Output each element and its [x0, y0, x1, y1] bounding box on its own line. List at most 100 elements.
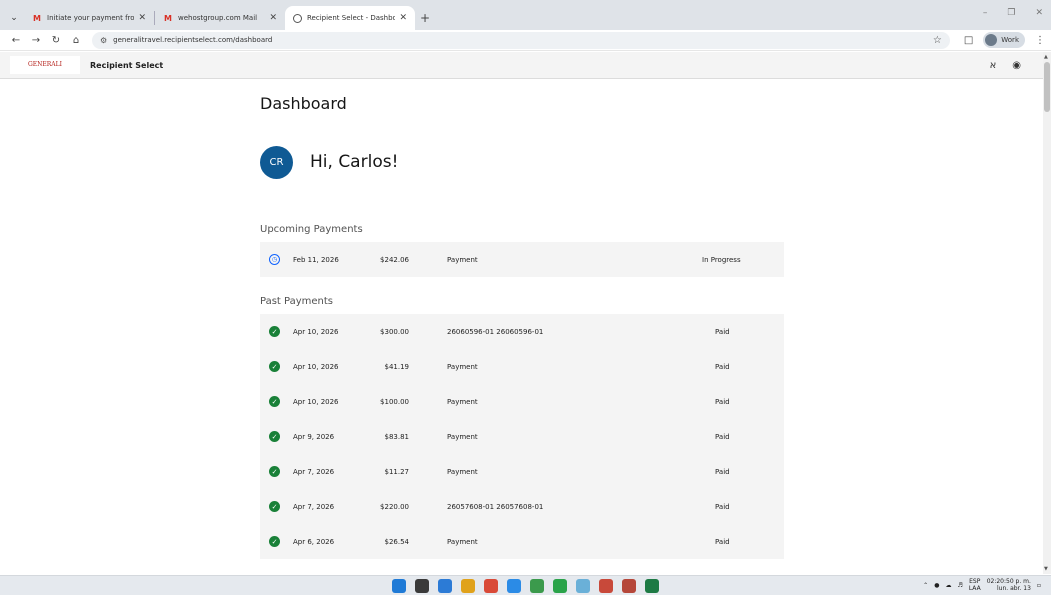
url-text: generalitravel.recipientselect.com/dashb…	[113, 36, 273, 44]
whatsapp-icon[interactable]	[553, 579, 567, 593]
new-tab-icon[interactable]: +	[415, 6, 435, 30]
app-blue-icon[interactable]	[507, 579, 521, 593]
tab-wehostgroup-mail[interactable]: M wehostgroup.com Mail ✕	[155, 6, 285, 30]
scroll-thumb[interactable]	[1044, 62, 1050, 112]
payment-row[interactable]: ◷ Feb 11, 2026 $242.06 Payment In Progress	[260, 242, 784, 277]
payment-row[interactable]: ✓ Apr 10, 2026 $100.00 Payment Paid	[260, 384, 784, 419]
avatar: CR	[260, 146, 293, 179]
system-clock[interactable]: 02:20:50 p. m. lun. abr. 13	[987, 578, 1031, 592]
tab-title: wehostgroup.com Mail	[178, 14, 258, 22]
reload-icon[interactable]: ↻	[46, 35, 66, 46]
photos-icon[interactable]	[461, 579, 475, 593]
payment-row[interactable]: ✓ Apr 7, 2026 $11.27 Payment Paid	[260, 454, 784, 489]
restore-icon[interactable]: ❐	[1007, 8, 1015, 18]
payment-status: Paid	[715, 432, 730, 441]
check-circle-icon: ✓	[269, 431, 280, 442]
translate-icon[interactable]: א	[990, 60, 997, 71]
check-circle-icon: ✓	[269, 361, 280, 372]
home-icon[interactable]: ⌂	[66, 35, 86, 46]
close-tab-icon[interactable]: ✕	[399, 13, 407, 23]
notifications-icon[interactable]: ▫	[1037, 582, 1041, 589]
payment-date: Apr 7, 2026	[293, 502, 335, 511]
payment-row[interactable]: ✓ Apr 10, 2026 $300.00 26060596-01 26060596…	[260, 314, 784, 349]
payment-date: Apr 10, 2026	[293, 397, 339, 406]
past-payments-title: Past Payments	[260, 296, 334, 307]
windows-start-icon[interactable]	[392, 579, 406, 593]
chrome-profile-3-icon[interactable]	[622, 579, 636, 593]
back-icon[interactable]: ←	[6, 35, 26, 46]
profile-avatar	[985, 34, 998, 46]
payment-description: Payment	[447, 467, 478, 476]
gmail-icon: M	[164, 13, 172, 23]
payment-row[interactable]: ✓ Apr 6, 2026 $26.54 Payment Paid	[260, 524, 784, 559]
terminal-icon[interactable]	[415, 579, 429, 593]
scroll-up-icon[interactable]: ▲	[1044, 54, 1048, 60]
tab-search-chevron-icon[interactable]: ⌄	[4, 6, 24, 30]
payment-date: Apr 7, 2026	[293, 467, 335, 476]
file-explorer-icon[interactable]	[438, 579, 452, 593]
check-circle-icon: ✓	[269, 466, 280, 477]
close-tab-icon[interactable]: ✕	[138, 13, 146, 23]
payment-description: Payment	[447, 397, 478, 406]
payment-date: Feb 11, 2026	[293, 255, 339, 264]
payment-amount: $300.00	[380, 327, 409, 336]
greeting: Hi, Carlos!	[310, 152, 399, 172]
clock-time: 02:20:50 p. m.	[986, 578, 1031, 585]
scroll-down-icon[interactable]: ▼	[1044, 566, 1048, 572]
window-controls: – ❐ ✕	[983, 8, 1043, 18]
windows-taskbar: ⌃ ● ☁ ♬ ESP LAA 02:20:50 p. m. lun. abr.…	[0, 575, 1051, 595]
excel-icon[interactable]	[645, 579, 659, 593]
user-account-icon[interactable]: ◉	[1012, 60, 1021, 71]
chrome-icon[interactable]	[484, 579, 498, 593]
close-tab-icon[interactable]: ✕	[269, 13, 277, 23]
payment-amount: $100.00	[380, 397, 409, 406]
tray-chevron-icon[interactable]: ⌃	[923, 582, 928, 589]
payment-description: Payment	[447, 362, 478, 371]
close-window-icon[interactable]: ✕	[1035, 8, 1043, 18]
site-info-icon[interactable]: ⚙	[100, 36, 107, 45]
page-scrollbar[interactable]: ▲ ▼	[1043, 52, 1051, 574]
page-title: Dashboard	[260, 94, 347, 113]
app-header: GENERALI Recipient Select א ◉	[0, 52, 1043, 79]
more-menu-icon[interactable]: ⋮	[1035, 35, 1045, 46]
taskbar-apps	[392, 579, 659, 593]
payment-status: Paid	[715, 467, 730, 476]
cloud-icon[interactable]: ☁	[945, 582, 951, 589]
logo-text: GENERALI	[27, 61, 62, 68]
payment-status: Paid	[715, 537, 730, 546]
tab-title: Initiate your payment from Gen	[47, 14, 135, 22]
clock-icon: ◷	[269, 254, 280, 265]
brand-title[interactable]: Recipient Select	[90, 61, 163, 70]
chrome-profile-icon[interactable]	[530, 579, 544, 593]
extensions-icon[interactable]: □	[964, 35, 973, 46]
dashboard-content: Dashboard CR Hi, Carlos! Upcoming Paymen…	[260, 80, 784, 574]
address-bar[interactable]: ⚙ generalitravel.recipientselect.com/das…	[92, 31, 950, 49]
upcoming-payments-list: ◷ Feb 11, 2026 $242.06 Payment In Progress	[260, 242, 784, 277]
payment-row[interactable]: ✓ Apr 10, 2026 $41.19 Payment Paid	[260, 349, 784, 384]
payment-status: Paid	[715, 327, 730, 336]
payment-row[interactable]: ✓ Apr 9, 2026 $83.81 Payment Paid	[260, 419, 784, 454]
payment-amount: $83.81	[384, 432, 410, 441]
payment-status: Paid	[715, 397, 730, 406]
minimize-icon[interactable]: –	[983, 8, 988, 18]
chrome-profile-2-icon[interactable]	[599, 579, 613, 593]
payment-row[interactable]: ✓ Apr 7, 2026 $220.00 26057608-01 26057608-…	[260, 489, 784, 524]
notes-icon[interactable]	[576, 579, 590, 593]
profile-label: Work	[1001, 36, 1019, 44]
microphone-icon[interactable]: ●	[934, 582, 939, 589]
bookmark-star-icon[interactable]: ☆	[933, 35, 942, 46]
check-circle-icon: ✓	[269, 501, 280, 512]
volume-icon[interactable]: ♬	[957, 582, 962, 589]
payment-amount: $242.06	[380, 255, 409, 264]
tab-gmail-initiate-payment[interactable]: M Initiate your payment from Gen ✕	[24, 6, 154, 30]
profile-button[interactable]: Work	[983, 32, 1025, 48]
forward-icon[interactable]: →	[26, 35, 46, 46]
generali-logo[interactable]: GENERALI	[10, 56, 80, 74]
recipient-select-icon	[293, 13, 302, 23]
tab-recipient-select-dashboard[interactable]: Recipient Select - Dashboard ✕	[285, 6, 415, 30]
payment-date: Apr 10, 2026	[293, 362, 339, 371]
payment-status: Paid	[715, 502, 730, 511]
payment-description: Payment	[447, 255, 478, 264]
payment-amount: $11.27	[384, 467, 410, 476]
language-indicator[interactable]: ESP LAA	[969, 578, 981, 592]
